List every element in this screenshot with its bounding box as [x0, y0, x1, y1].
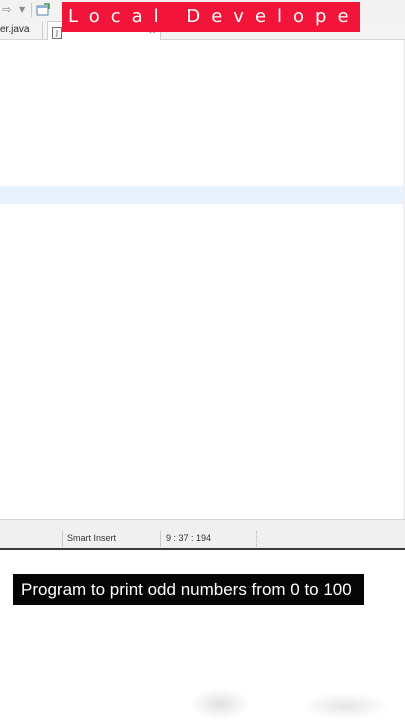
divider	[0, 548, 405, 550]
toolbar-separator	[31, 3, 32, 17]
channel-banner: Local Developer	[62, 2, 360, 32]
open-type-icon[interactable]	[36, 3, 50, 16]
status-bar: Smart Insert 9 : 37 : 194	[0, 519, 405, 550]
arrow-right-icon[interactable]: ⇨	[2, 2, 16, 18]
code-editor[interactable]	[0, 40, 405, 519]
status-separator	[160, 531, 161, 547]
insert-mode-status: Smart Insert	[67, 533, 117, 543]
status-separator	[62, 531, 63, 547]
java-file-icon: J	[52, 27, 62, 39]
video-frame: ⇨ ▼ Local Developer er.java J ✕ Smart In…	[0, 0, 405, 720]
status-separator	[256, 531, 258, 547]
current-line-highlight	[0, 186, 405, 204]
blurred-artifact	[300, 692, 390, 720]
tab-java-file[interactable]: er.java	[0, 21, 43, 39]
cursor-position-status: 9 : 37 : 194	[166, 533, 212, 543]
video-caption: Program to print odd numbers from 0 to 1…	[13, 574, 364, 605]
blurred-artifact	[190, 688, 250, 720]
chevron-down-icon[interactable]: ▼	[19, 2, 27, 18]
tab-label: er.java	[0, 24, 30, 35]
